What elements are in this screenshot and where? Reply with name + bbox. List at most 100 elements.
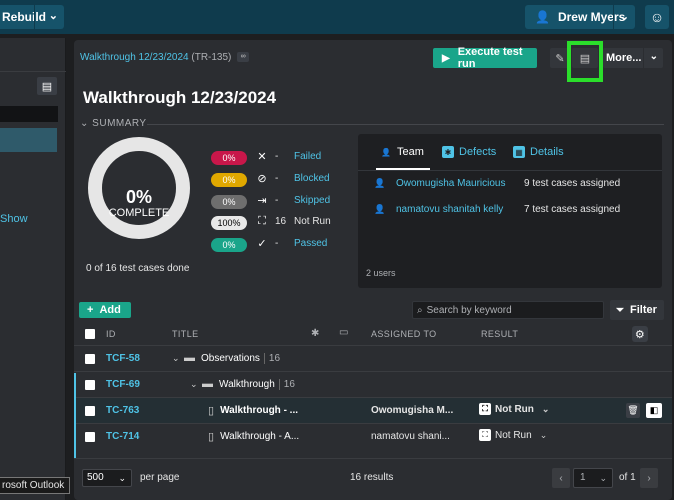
row-id-link[interactable]: TC-714 (106, 431, 139, 442)
status-percent-badge: 0% (211, 151, 247, 165)
folder-icon: ▬ (202, 378, 213, 390)
folder-name: Observations (201, 352, 260, 364)
table-header: ID TITLE ✱ ▭ ASSIGNED TO RESULT ⚙ (79, 324, 669, 344)
user-menu-button[interactable]: 👤 Drew Myers ⌄ (525, 5, 635, 29)
clipboard-lock-icon[interactable]: ▤ (37, 77, 57, 95)
case-title[interactable]: Walkthrough - ... (220, 405, 298, 416)
left-selected-item[interactable] (0, 128, 57, 152)
case-title[interactable]: Walkthrough - A... (220, 431, 299, 442)
row-result-dropdown[interactable]: ⛶ Not Run ⌄ (479, 403, 549, 415)
page-title: Walkthrough 12/23/2024 (83, 88, 277, 107)
row-checkbox[interactable] (85, 406, 95, 416)
clipboard-icon: ▯ (208, 431, 215, 443)
row-id-link[interactable]: TC-763 (106, 405, 139, 416)
user-icon: 👤 (374, 204, 386, 214)
chevron-left-icon[interactable]: ‹ (552, 468, 570, 488)
divider (74, 458, 672, 459)
table-row[interactable]: TC-763 ▯ Walkthrough - ... Owomugisha M.… (74, 397, 672, 423)
show-link[interactable]: Show (0, 213, 28, 225)
top-bar: Rebuild ⌄ 👤 Drew Myers ⌄ ☺ (0, 0, 674, 34)
row-title: ▯ Walkthrough - A... (208, 430, 299, 443)
status-name-link[interactable]: Not Run (294, 216, 331, 227)
chevron-down-icon: ⌄ (539, 429, 548, 440)
status-name-link[interactable]: Passed (294, 238, 327, 249)
table-row[interactable]: TCF-58 ⌄ ▬ Observations 16 (74, 345, 672, 371)
status-percent-badge: 0% (211, 195, 247, 209)
user-icon: 👤 (381, 147, 391, 157)
row-checkbox[interactable] (85, 432, 95, 442)
row-id-link[interactable]: TCF-69 (106, 379, 140, 390)
details-icon: ▦ (513, 146, 525, 158)
chevron-down-icon: ⌄ (118, 473, 126, 483)
table-row[interactable]: TC-714 ▯ Walkthrough - A... namatovu sha… (74, 423, 672, 449)
chevron-down-icon: ⌄ (48, 10, 58, 22)
project-switcher-button[interactable]: Rebuild ⌄ (0, 5, 64, 29)
filter-button[interactable]: ⏷ Filter (610, 300, 664, 320)
add-button[interactable]: + Add (79, 302, 131, 318)
per-page-select[interactable]: 500 ⌄ (82, 469, 132, 487)
column-header-id[interactable]: ID (106, 329, 116, 339)
bug-icon: ✱ (442, 146, 454, 158)
row-title: ⌄ ▬ Observations 16 (172, 352, 280, 364)
page-select[interactable]: 1 ⌄ (573, 468, 613, 488)
left-search-input[interactable] (0, 106, 58, 122)
status-name-link[interactable]: Failed (294, 151, 321, 162)
column-header-result[interactable]: RESULT (481, 329, 518, 339)
tab-team-label: Team (397, 146, 424, 158)
select-all-checkbox[interactable] (85, 329, 95, 339)
results-count: 16 results (350, 472, 394, 483)
feedback-smile-icon[interactable]: ☺ (645, 5, 669, 29)
complete-percent: 0% (125, 187, 152, 207)
execute-test-run-button[interactable]: ▶ Execute test run (433, 46, 537, 70)
search-box: ⌕ (412, 301, 604, 319)
tab-details[interactable]: ▦ Details (513, 146, 564, 158)
tab-defects[interactable]: ✱ Defects (442, 146, 496, 158)
folder-count: 16 (278, 378, 295, 390)
per-page-value: 500 (87, 472, 104, 483)
status-count: - (275, 173, 279, 184)
more-button[interactable]: More... ⌄ (603, 48, 663, 68)
more-label: More... (606, 52, 642, 64)
filter-label: Filter (630, 304, 657, 316)
chevron-down-icon[interactable]: ⌄ (172, 353, 184, 364)
trash-icon[interactable]: 🗑 (626, 403, 640, 418)
blocked-icon: ⊘ (257, 173, 267, 185)
user-name: Drew Myers (557, 10, 626, 24)
column-header-assigned[interactable]: ASSIGNED TO (371, 329, 437, 339)
tab-team[interactable]: 👤 Team (380, 146, 424, 158)
not-run-icon: ⛶ (258, 215, 266, 227)
member-name-link[interactable]: namatovu shanitah kelly (396, 204, 524, 215)
status-count: - (275, 195, 279, 206)
search-input[interactable] (426, 304, 587, 316)
chevron-down-icon: ⌄ (619, 11, 629, 23)
project-label: Rebuild (2, 10, 46, 24)
row-id-link[interactable]: TCF-58 (106, 353, 140, 364)
open-panel-icon[interactable]: ◧ (646, 403, 662, 418)
row-result-dropdown[interactable]: ⛶ Not Run ⌄ (479, 429, 547, 441)
check-icon: ✓ (257, 238, 267, 250)
summary-toggle[interactable]: ⌄ SUMMARY (80, 118, 147, 129)
member-name-link[interactable]: Owomugisha Mauricious (396, 178, 524, 189)
row-assignee[interactable]: namatovu shani... (371, 431, 450, 442)
per-page-label: per page (140, 472, 180, 483)
chevron-down-icon[interactable]: ⌄ (190, 379, 202, 390)
breadcrumb-link[interactable]: Walkthrough 12/23/2024 (80, 52, 189, 63)
table-row[interactable]: TCF-69 ⌄ ▬ Walkthrough 16 (74, 371, 672, 397)
status-name-link[interactable]: Skipped (294, 195, 330, 206)
column-header-title[interactable]: TITLE (172, 329, 199, 339)
chevron-right-icon[interactable]: › (640, 468, 658, 488)
cases-done-text: 0 of 16 test cases done (86, 263, 190, 274)
gear-icon[interactable]: ⚙ (632, 326, 648, 342)
row-checkbox[interactable] (85, 380, 95, 390)
status-count: 16 (275, 216, 287, 227)
status-name-link[interactable]: Blocked (294, 173, 330, 184)
plus-icon: + (87, 304, 94, 316)
clipboard-icon: ▯ (208, 405, 215, 417)
link-icon[interactable]: ∞ (237, 52, 250, 63)
divider (34, 5, 35, 29)
page-total: of 1 (619, 472, 636, 483)
row-assignee[interactable]: Owomugisha M... (371, 405, 453, 416)
bug-icon: ✱ (311, 328, 320, 339)
row-checkbox[interactable] (85, 354, 95, 364)
status-count: - (275, 151, 279, 162)
